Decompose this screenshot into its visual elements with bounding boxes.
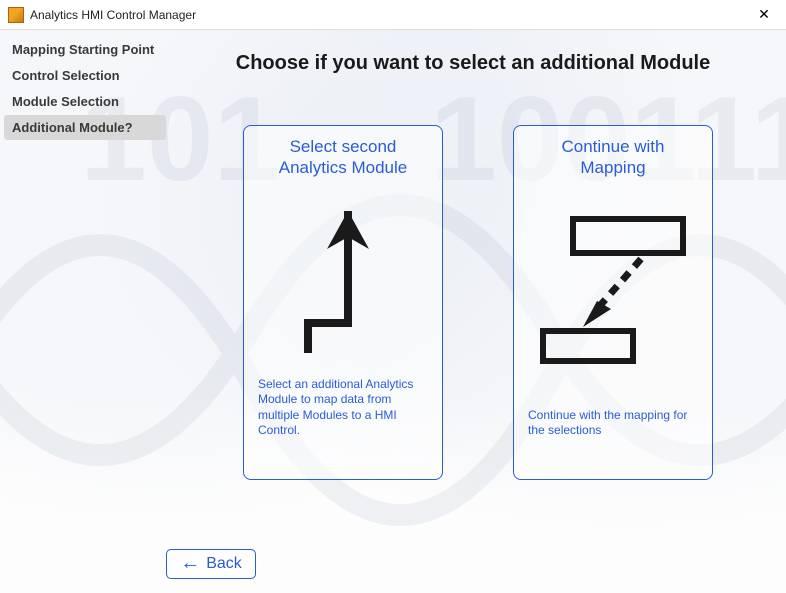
- card-description: Continue with the mapping for the select…: [528, 408, 698, 439]
- wizard-steps-sidebar: Mapping Starting Point Control Selection…: [0, 30, 170, 141]
- page-heading: Choose if you want to select an addition…: [170, 52, 786, 75]
- card-title: Continue with Mapping: [528, 136, 698, 180]
- card-description: Select an additional Analytics Module to…: [258, 377, 428, 439]
- sidebar-item-additional-module[interactable]: Additional Module?: [4, 115, 166, 140]
- sidebar-item-module-selection[interactable]: Module Selection: [4, 89, 166, 114]
- title-bar: Analytics HMI Control Manager ✕: [0, 0, 786, 30]
- card-title: Select second Analytics Module: [258, 136, 428, 180]
- sidebar-item-control-selection[interactable]: Control Selection: [4, 63, 166, 88]
- sidebar-item-label: Module Selection: [12, 94, 119, 109]
- mapping-arrow-icon: [533, 192, 693, 396]
- sidebar-item-label: Control Selection: [12, 68, 120, 83]
- card-continue-mapping[interactable]: Continue with Mapping Continue with the …: [513, 125, 713, 480]
- branch-up-icon: [283, 192, 403, 365]
- sidebar-item-mapping-starting-point[interactable]: Mapping Starting Point: [4, 37, 166, 62]
- sidebar-item-label: Additional Module?: [12, 120, 133, 135]
- sidebar-item-label: Mapping Starting Point: [12, 42, 154, 57]
- app-icon: [8, 7, 24, 23]
- close-icon[interactable]: ✕: [752, 6, 776, 23]
- window-title: Analytics HMI Control Manager: [30, 8, 196, 22]
- card-select-second-module[interactable]: Select second Analytics Module Select an…: [243, 125, 443, 480]
